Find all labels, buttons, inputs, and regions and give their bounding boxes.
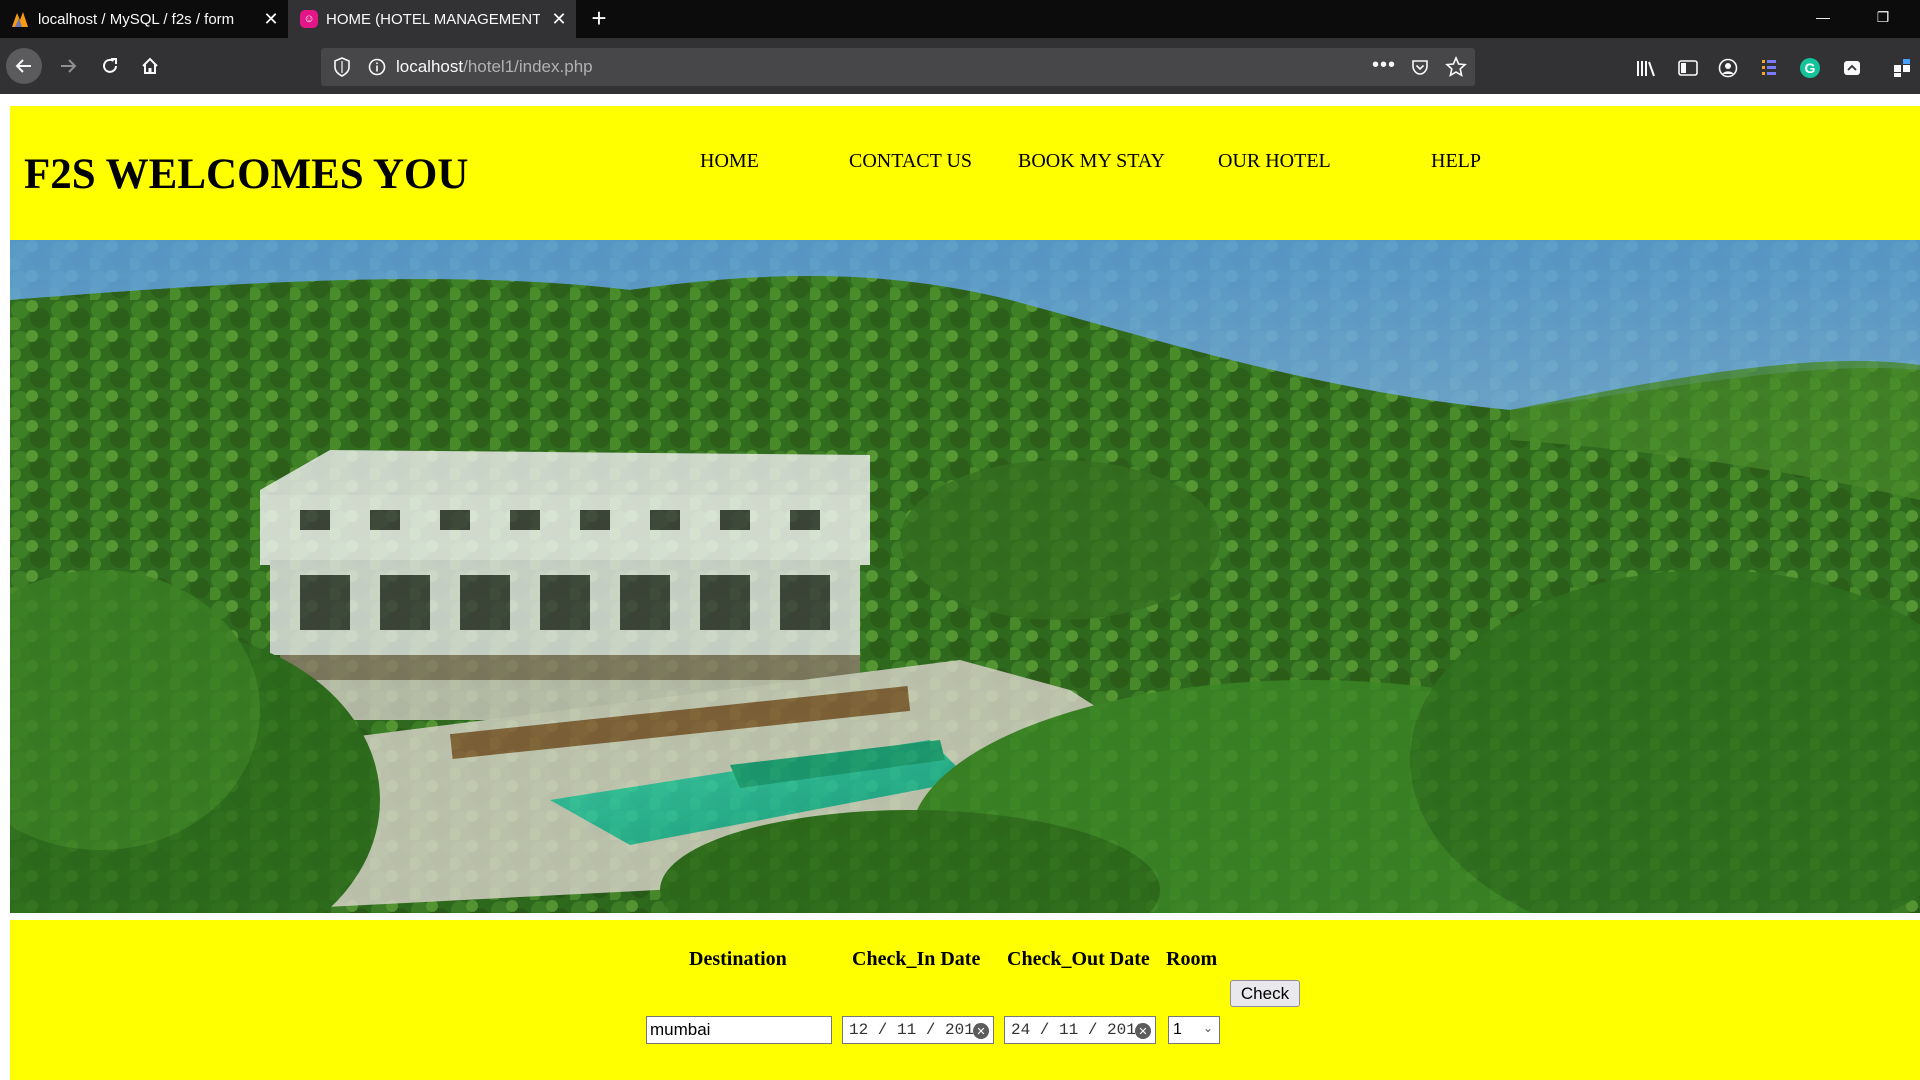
nav-link-home[interactable]: HOME bbox=[700, 150, 759, 173]
check-out-date-value: 24 / 11 / 2019 bbox=[1011, 1021, 1146, 1039]
grammarly-icon[interactable]: G bbox=[1798, 56, 1822, 80]
account-icon[interactable] bbox=[1716, 56, 1740, 80]
svg-text:G: G bbox=[1805, 60, 1816, 76]
check-out-date-input[interactable]: 24 / 11 / 2019 ✕ bbox=[1004, 1016, 1156, 1044]
page-actions-icon[interactable]: ••• bbox=[1372, 54, 1396, 77]
browser-tab-bar: localhost / MySQL / f2s / form ✕ ☺ HOME … bbox=[0, 0, 1920, 38]
check-in-date-input[interactable]: 12 / 11 / 2019 ✕ bbox=[842, 1016, 994, 1044]
sidebar-toggle-icon[interactable] bbox=[1676, 56, 1700, 80]
library-icon[interactable] bbox=[1634, 56, 1658, 80]
reload-button[interactable] bbox=[92, 48, 128, 84]
tracking-shield-icon[interactable] bbox=[333, 57, 351, 77]
back-button[interactable] bbox=[6, 48, 42, 84]
room-label: Room bbox=[1166, 948, 1218, 970]
nav-link-our-hotel[interactable]: OUR HOTEL bbox=[1218, 150, 1331, 173]
check-out-label: Check_Out Date bbox=[1007, 948, 1150, 970]
site-info-icon[interactable] bbox=[367, 57, 387, 77]
site-header: F2S WELCOMES YOU HOME CONTACT US BOOK MY… bbox=[10, 106, 1920, 240]
check-in-label: Check_In Date bbox=[852, 948, 981, 970]
nav-link-help[interactable]: HELP bbox=[1431, 150, 1481, 173]
restore-window-icon[interactable]: ❐ bbox=[1860, 0, 1906, 34]
tab-title: HOME (HOTEL MANAGEMENT) bbox=[326, 10, 540, 28]
new-tab-icon[interactable]: + bbox=[584, 4, 614, 34]
url-text[interactable]: localhost/hotel1/index.php bbox=[396, 57, 593, 77]
tab-hotel-management[interactable]: ☺ HOME (HOTEL MANAGEMENT) ✕ bbox=[288, 0, 576, 38]
close-tab-icon[interactable]: ✕ bbox=[548, 8, 570, 30]
screenshot-extension-icon[interactable] bbox=[1840, 56, 1864, 80]
hillside-hotel-image bbox=[10, 240, 1920, 913]
booking-form: Destination Check_In Date Check_Out Date… bbox=[10, 920, 1920, 1080]
phpmyadmin-icon bbox=[12, 12, 28, 27]
hotel-favicon: ☺ bbox=[300, 10, 318, 28]
forward-button[interactable] bbox=[50, 48, 86, 84]
clear-date-icon[interactable]: ✕ bbox=[973, 1023, 989, 1039]
chevron-down-icon: ⌄ bbox=[1202, 1021, 1213, 1035]
home-button[interactable] bbox=[132, 48, 168, 84]
site-title: F2S WELCOMES YOU bbox=[24, 151, 469, 198]
page-top-margin bbox=[0, 94, 1920, 106]
extension-list-icon[interactable] bbox=[1757, 56, 1781, 80]
extensions-puzzle-icon[interactable] bbox=[1890, 56, 1914, 80]
nav-link-contact-us[interactable]: CONTACT US bbox=[849, 150, 972, 173]
browser-toolbar: localhost/hotel1/index.php ••• G bbox=[0, 38, 1920, 94]
check-button[interactable]: Check bbox=[1230, 980, 1300, 1007]
url-host: localhost bbox=[396, 57, 464, 76]
pocket-icon[interactable] bbox=[1410, 57, 1430, 77]
tab-title: localhost / MySQL / f2s / form bbox=[38, 10, 235, 28]
arrow-right-icon bbox=[61, 59, 77, 73]
tab-phpmyadmin[interactable]: localhost / MySQL / f2s / form ✕ bbox=[0, 0, 286, 38]
home-icon bbox=[142, 57, 158, 74]
url-path: /hotel1/index.php bbox=[463, 57, 593, 76]
destination-label: Destination bbox=[689, 948, 787, 970]
reload-icon bbox=[103, 58, 117, 73]
close-tab-icon[interactable]: ✕ bbox=[260, 8, 282, 30]
nav-link-book-my-stay[interactable]: BOOK MY STAY bbox=[1018, 150, 1165, 173]
check-in-date-value: 12 / 11 / 2019 bbox=[849, 1021, 984, 1039]
destination-input[interactable] bbox=[646, 1016, 832, 1044]
minimize-window-icon[interactable]: — bbox=[1800, 0, 1846, 34]
url-bar[interactable]: localhost/hotel1/index.php ••• bbox=[321, 48, 1475, 86]
room-select[interactable]: 1 ⌄ bbox=[1168, 1016, 1220, 1044]
room-select-value: 1 bbox=[1173, 1021, 1182, 1038]
arrow-left-icon bbox=[15, 59, 31, 73]
clear-date-icon[interactable]: ✕ bbox=[1135, 1023, 1151, 1039]
hero-image bbox=[10, 240, 1920, 913]
bookmark-star-icon[interactable] bbox=[1445, 56, 1467, 78]
